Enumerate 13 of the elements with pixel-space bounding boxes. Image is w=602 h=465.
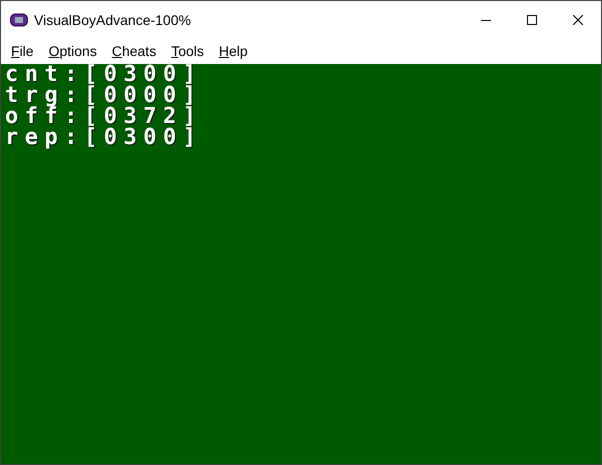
window-title: VisualBoyAdvance-100% xyxy=(34,12,191,28)
app-icon xyxy=(10,12,28,26)
menu-item[interactable]: File xyxy=(3,43,42,59)
maximize-icon xyxy=(527,14,537,24)
close-icon xyxy=(573,14,583,24)
screen-text: rep:[0300] xyxy=(5,127,202,148)
menu-item[interactable]: Options xyxy=(40,43,105,59)
screen-text: off:[0372] xyxy=(5,106,202,127)
menu-item[interactable]: Tools xyxy=(163,43,212,59)
screen-text: trg:[0000] xyxy=(5,85,202,106)
screen-text: cnt:[0300] xyxy=(5,64,202,85)
menu-item[interactable]: Cheats xyxy=(104,43,164,59)
menu-item[interactable]: Help xyxy=(210,43,256,59)
